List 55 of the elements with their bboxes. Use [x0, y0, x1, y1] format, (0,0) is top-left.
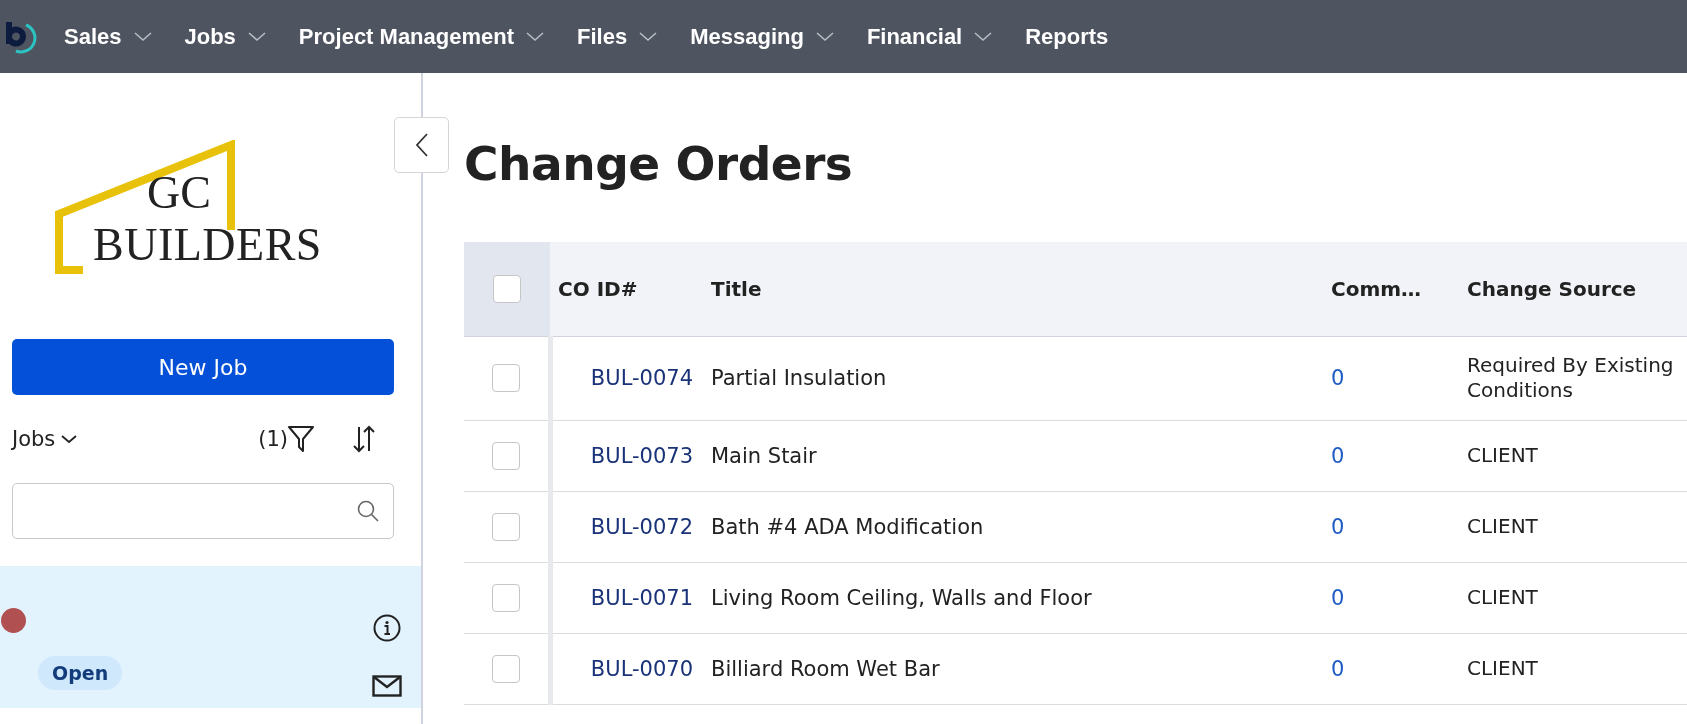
jobs-dropdown[interactable]: Jobs: [12, 427, 78, 451]
column-header[interactable]: CO ID#: [550, 242, 703, 336]
column-header[interactable]: Title: [703, 242, 1323, 336]
table-cell: CLIENT: [1467, 443, 1538, 467]
comment-count-link[interactable]: 0: [1331, 366, 1345, 390]
column-header[interactable]: Comm…: [1323, 242, 1459, 336]
row-checkbox[interactable]: [491, 364, 520, 392]
chevron-down-icon: [61, 434, 78, 444]
comment-count-link[interactable]: 0: [1331, 514, 1345, 539]
collapse-sidebar-button[interactable]: [394, 117, 449, 173]
row-checkbox[interactable]: [491, 441, 520, 470]
status-badge: Open: [38, 656, 123, 690]
new-job-button[interactable]: New Job: [12, 339, 394, 395]
table-cell: Living Room Ceiling, Walls and Floor: [711, 585, 1092, 610]
co-id-link[interactable]: BUL-0074: [590, 366, 693, 390]
column-header[interactable]: Change Source: [1459, 242, 1687, 336]
table-cell: CLIENT: [1467, 514, 1538, 538]
table-cell: Bath #4 ADA Modification: [711, 514, 984, 539]
co-id-link[interactable]: BUL-0070: [590, 656, 693, 681]
search-icon: [357, 500, 379, 522]
page-title: Change Orders: [464, 136, 854, 193]
comment-count-link[interactable]: 0: [1331, 443, 1345, 468]
row-checkbox[interactable]: [491, 654, 520, 683]
info-icon[interactable]: [373, 614, 401, 642]
table-cell: Main Stair: [711, 443, 817, 468]
sort-icon[interactable]: [352, 425, 376, 453]
table-cell: Required By Existing Conditions: [1467, 353, 1674, 402]
nav-menu-item[interactable]: Financial: [866, 23, 993, 50]
nav-menu-item[interactable]: Files: [577, 23, 658, 50]
nav-menu-item[interactable]: Reports: [1025, 23, 1109, 50]
select-all-checkbox[interactable]: [493, 274, 521, 303]
nav-menu-item[interactable]: Messaging: [690, 23, 834, 50]
table-cell: Partial Insulation: [711, 366, 887, 390]
filter-count: (1): [258, 427, 288, 451]
table-cell: Billiard Room Wet Bar: [711, 656, 940, 681]
logo-text: GC: [147, 170, 211, 216]
co-id-link[interactable]: BUL-0073: [590, 443, 693, 468]
nav-menu-item[interactable]: Project Management: [298, 23, 545, 50]
comment-count-link[interactable]: 0: [1331, 585, 1345, 610]
table-cell: CLIENT: [1467, 585, 1538, 609]
row-checkbox[interactable]: [491, 583, 520, 612]
job-list-item[interactable]: Open: [0, 566, 421, 708]
mail-icon[interactable]: [372, 675, 402, 697]
nav-menu-item[interactable]: Sales: [64, 23, 152, 50]
table-cell: CLIENT: [1467, 656, 1538, 680]
nav-menu-item[interactable]: Jobs: [184, 23, 266, 50]
search-field[interactable]: [12, 483, 394, 539]
app-logo-icon[interactable]: [4, 19, 38, 54]
co-id-link[interactable]: BUL-0071: [590, 585, 693, 610]
chevron-left-icon: [414, 132, 429, 158]
filter-icon[interactable]: [288, 425, 314, 453]
logo-text: BUILDERS: [93, 222, 322, 268]
co-id-link[interactable]: BUL-0072: [590, 514, 693, 539]
comment-count-link[interactable]: 0: [1331, 656, 1345, 681]
row-checkbox[interactable]: [491, 512, 520, 541]
